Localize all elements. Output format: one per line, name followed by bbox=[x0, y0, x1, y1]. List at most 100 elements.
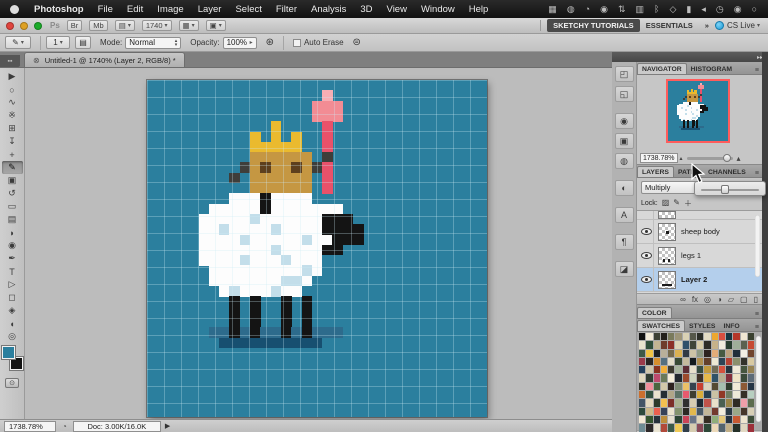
color-swatch[interactable] bbox=[719, 341, 725, 348]
tab-layers[interactable]: LAYERS bbox=[637, 166, 674, 177]
arrange-documents-button[interactable]: ▦▾ bbox=[179, 20, 199, 31]
bluetooth-icon[interactable]: ᛒ bbox=[649, 4, 664, 14]
layer-row[interactable] bbox=[637, 211, 762, 220]
color-swatch[interactable] bbox=[639, 341, 645, 348]
color-swatch[interactable] bbox=[726, 333, 732, 340]
color-swatch[interactable] bbox=[704, 408, 710, 415]
new-layer-icon[interactable]: ▢ bbox=[740, 295, 748, 304]
color-swatch[interactable] bbox=[675, 408, 681, 415]
healing-brush-tool[interactable]: + bbox=[2, 148, 23, 161]
color-swatch[interactable] bbox=[741, 358, 747, 365]
menu-layer[interactable]: Layer bbox=[191, 4, 229, 15]
navigator-thumbnail[interactable] bbox=[666, 79, 730, 143]
pencil-tool[interactable]: ✎ bbox=[2, 161, 23, 174]
color-swatch[interactable] bbox=[704, 366, 710, 373]
color-swatch[interactable] bbox=[661, 350, 667, 357]
menu-select[interactable]: Select bbox=[228, 4, 268, 15]
color-swatch[interactable] bbox=[690, 350, 696, 357]
color-swatch[interactable] bbox=[712, 424, 718, 431]
color-swatch[interactable] bbox=[683, 341, 689, 348]
navigator-zoom-slider[interactable] bbox=[687, 157, 733, 160]
color-swatch[interactable] bbox=[675, 333, 681, 340]
panel-menu-icon[interactable]: ≡ bbox=[755, 311, 762, 318]
color-swatch[interactable] bbox=[646, 374, 652, 381]
color-swatch[interactable] bbox=[733, 383, 739, 390]
close-document-icon[interactable]: ⊗ bbox=[33, 56, 40, 65]
history-brush-tool[interactable]: ↺ bbox=[2, 187, 23, 200]
color-swatch[interactable] bbox=[733, 341, 739, 348]
color-swatch[interactable] bbox=[683, 358, 689, 365]
color-swatch[interactable] bbox=[683, 333, 689, 340]
color-swatch[interactable] bbox=[654, 399, 660, 406]
dock-character-icon[interactable]: A bbox=[615, 207, 634, 223]
swatches-scrollbar[interactable] bbox=[756, 336, 761, 422]
color-swatch[interactable] bbox=[683, 416, 689, 423]
tab-styles[interactable]: STYLES bbox=[685, 321, 719, 331]
color-swatch[interactable] bbox=[748, 366, 754, 373]
color-swatch[interactable] bbox=[712, 408, 718, 415]
layer-style-icon[interactable]: fx bbox=[692, 295, 698, 304]
color-swatch[interactable] bbox=[683, 366, 689, 373]
color-swatch[interactable] bbox=[719, 358, 725, 365]
color-swatch[interactable] bbox=[712, 358, 718, 365]
color-swatch[interactable] bbox=[712, 341, 718, 348]
color-swatch[interactable] bbox=[639, 374, 645, 381]
color-swatch[interactable] bbox=[712, 399, 718, 406]
color-swatch[interactable] bbox=[733, 416, 739, 423]
layer-thumbnail[interactable] bbox=[658, 271, 676, 289]
color-swatch[interactable] bbox=[668, 341, 674, 348]
color-swatch[interactable] bbox=[719, 416, 725, 423]
tab-histogram[interactable]: HISTOGRAM bbox=[687, 64, 736, 74]
dodge-tool[interactable]: ◉ bbox=[2, 239, 23, 252]
color-swatch[interactable] bbox=[697, 424, 703, 431]
color-swatch[interactable] bbox=[661, 416, 667, 423]
layer-row[interactable]: legs 1 bbox=[637, 244, 762, 268]
display-icon[interactable]: ▦ bbox=[543, 4, 562, 15]
color-swatch[interactable] bbox=[661, 358, 667, 365]
color-swatch[interactable] bbox=[704, 391, 710, 398]
color-swatch[interactable] bbox=[726, 341, 732, 348]
color-swatch[interactable] bbox=[675, 374, 681, 381]
globe-icon[interactable]: ◍ bbox=[562, 4, 580, 15]
color-swatch[interactable] bbox=[748, 424, 754, 431]
color-swatch[interactable] bbox=[719, 366, 725, 373]
color-swatch[interactable] bbox=[661, 374, 667, 381]
color-swatch[interactable] bbox=[704, 333, 710, 340]
menu-window[interactable]: Window bbox=[414, 4, 462, 15]
menu-file[interactable]: File bbox=[91, 4, 120, 15]
color-swatch[interactable] bbox=[690, 333, 696, 340]
color-swatch[interactable] bbox=[683, 383, 689, 390]
color-swatch[interactable] bbox=[646, 366, 652, 373]
tab-color[interactable]: COLOR bbox=[637, 307, 672, 318]
visibility-toggle[interactable] bbox=[639, 220, 654, 243]
color-swatch[interactable] bbox=[668, 416, 674, 423]
auto-erase-checkbox[interactable] bbox=[293, 39, 301, 47]
layer-row[interactable]: Layer 2 bbox=[637, 268, 762, 292]
eraser-tool[interactable]: ▭ bbox=[2, 200, 23, 213]
color-swatch[interactable] bbox=[668, 408, 674, 415]
dock-paragraph-icon[interactable]: ¶ bbox=[615, 234, 634, 250]
color-swatch[interactable] bbox=[712, 374, 718, 381]
spotlight-icon[interactable]: ○ bbox=[747, 4, 762, 14]
color-swatch[interactable] bbox=[683, 374, 689, 381]
color-swatch[interactable] bbox=[646, 424, 652, 431]
color-swatch[interactable] bbox=[668, 399, 674, 406]
dock-adjustments-icon[interactable]: ▣ bbox=[615, 133, 634, 149]
hand-tool[interactable]: ◖ bbox=[2, 317, 23, 330]
status-zoom-field[interactable]: 1738.78% bbox=[4, 421, 56, 432]
pen-tool[interactable]: ✒ bbox=[2, 252, 23, 265]
color-swatch[interactable] bbox=[719, 383, 725, 390]
color-swatch[interactable] bbox=[741, 424, 747, 431]
color-swatch[interactable] bbox=[639, 391, 645, 398]
color-swatch[interactable] bbox=[741, 408, 747, 415]
color-swatch[interactable] bbox=[675, 424, 681, 431]
lasso-tool[interactable]: ∿ bbox=[2, 96, 23, 109]
bridge-button[interactable]: Br bbox=[67, 20, 83, 31]
color-swatch[interactable] bbox=[748, 391, 754, 398]
panel-menu-icon[interactable]: ≡ bbox=[755, 67, 762, 74]
color-swatch[interactable] bbox=[719, 391, 725, 398]
zoom-window-button[interactable] bbox=[34, 22, 42, 30]
foreground-color-swatch[interactable] bbox=[2, 346, 15, 359]
menu-analysis[interactable]: Analysis bbox=[304, 4, 353, 15]
color-swatch[interactable] bbox=[697, 350, 703, 357]
